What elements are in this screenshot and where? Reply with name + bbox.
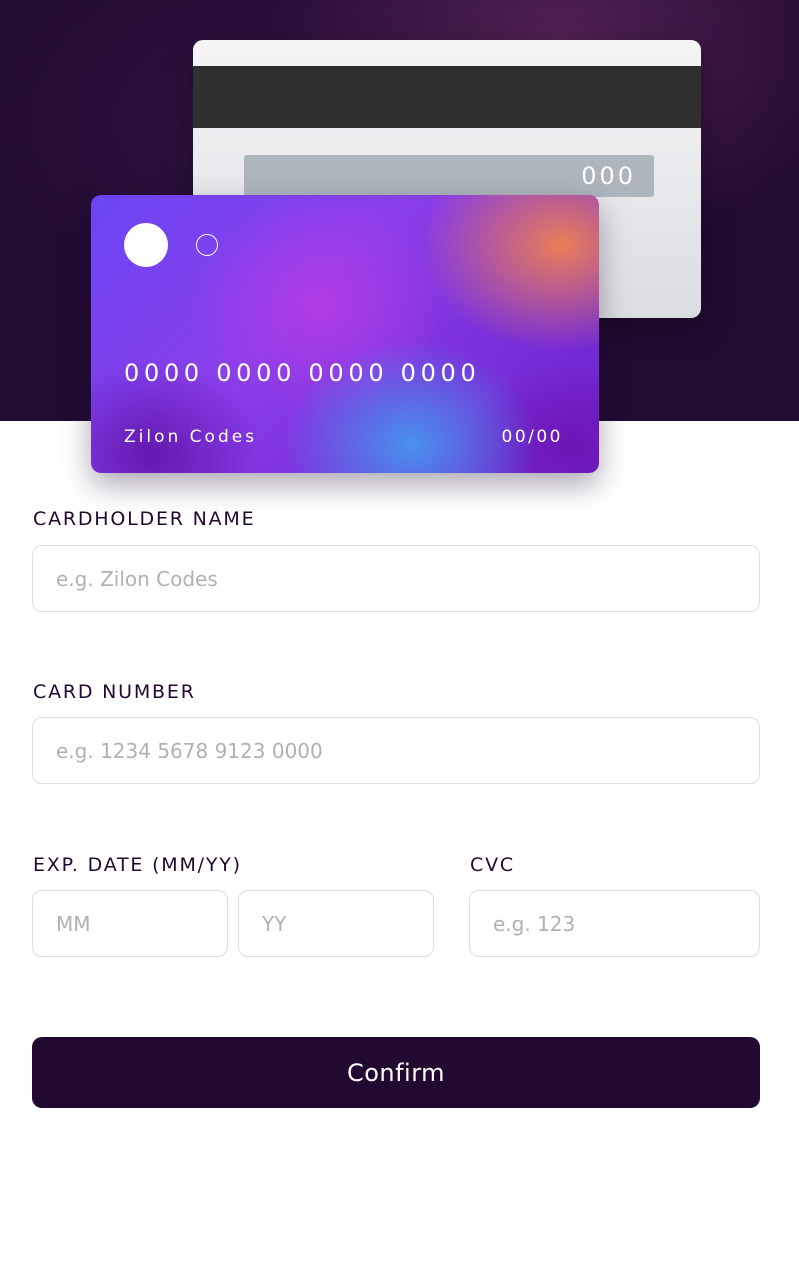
magnetic-stripe [193,66,701,128]
card-number-input[interactable] [32,717,760,784]
card-logo-filled-circle-icon [124,223,168,267]
card-back-cvc: 000 [581,162,636,190]
confirm-button[interactable]: Confirm [32,1037,760,1108]
card-front-holder: Zilon Codes [124,427,258,447]
exp-year-input[interactable] [238,890,434,957]
card-number-label: CARD NUMBER [33,681,196,703]
card-front: 0000 0000 0000 0000 Zilon Codes 00/00 [91,195,599,473]
signature-strip: 000 [244,155,654,197]
card-details-page: 000 0000 0000 0000 0000 Zilon Codes 00/0… [0,0,799,1280]
exp-date-label: EXP. DATE (MM/YY) [33,854,242,876]
card-logo-outline-circle-icon [196,234,218,256]
cvc-label: CVC [470,854,515,876]
cardholder-name-label: CARDHOLDER NAME [33,508,256,530]
exp-month-input[interactable] [32,890,228,957]
card-front-number: 0000 0000 0000 0000 [124,359,481,387]
cardholder-name-input[interactable] [32,545,760,612]
card-front-expiry: 00/00 [501,427,563,447]
cvc-input[interactable] [469,890,760,957]
